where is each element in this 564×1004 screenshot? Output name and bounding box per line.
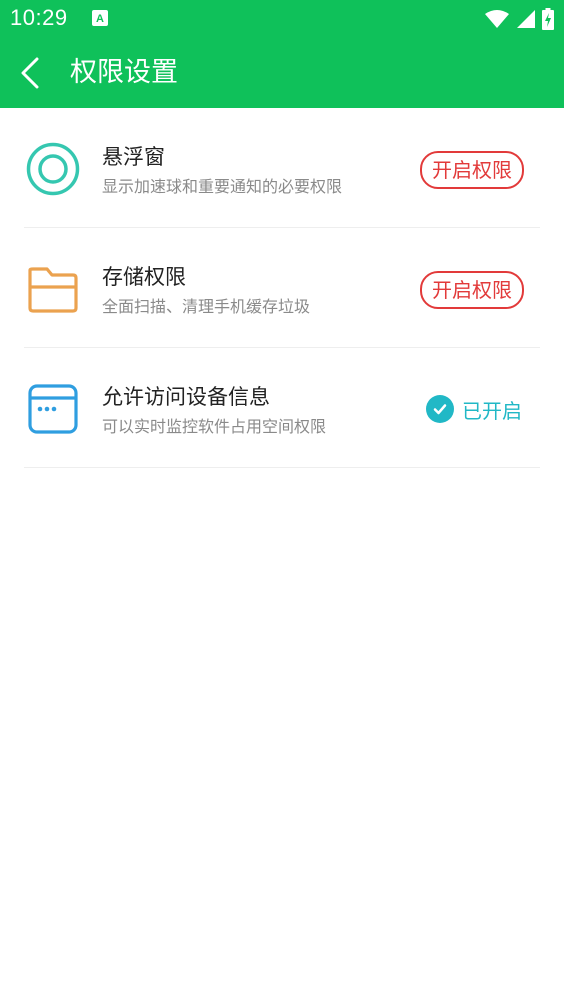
permission-title: 存储权限 xyxy=(102,265,186,289)
wifi-icon xyxy=(485,10,509,28)
signal-icon xyxy=(517,10,535,28)
back-button[interactable] xyxy=(10,52,50,94)
enable-permission-button[interactable]: 开启权限 xyxy=(420,151,524,189)
permission-subtitle: 全面扫描、清理手机缓存垃圾 xyxy=(102,297,311,316)
device-window-icon xyxy=(28,384,78,434)
permission-enabled-status: 已开启 xyxy=(426,394,522,424)
status-time: 10:29 xyxy=(10,5,68,30)
permission-item-storage: 存储权限 全面扫描、清理手机缓存垃圾 开启权限 xyxy=(24,228,540,348)
permission-title: 悬浮窗 xyxy=(102,145,165,169)
enabled-status-label: 已开启 xyxy=(462,398,522,423)
app-notification-icon: A xyxy=(92,10,108,26)
permission-subtitle: 可以实时监控软件占用空间权限 xyxy=(102,417,327,436)
floating-window-ring-icon xyxy=(26,142,80,196)
folder-icon xyxy=(28,267,78,313)
app-bar: 权限设置 xyxy=(0,38,564,108)
status-icons xyxy=(484,8,554,30)
check-circle-icon xyxy=(426,395,454,423)
permission-title: 允许访问设备信息 xyxy=(102,385,270,409)
enable-permission-button[interactable]: 开启权限 xyxy=(420,271,524,309)
status-bar: 10:29 A xyxy=(0,0,564,38)
permission-subtitle: 显示加速球和重要通知的必要权限 xyxy=(102,177,343,196)
svg-text:A: A xyxy=(96,13,104,25)
permission-list: 悬浮窗 显示加速球和重要通知的必要权限 开启权限 存储权限 全面扫描、清理手机缓… xyxy=(0,108,564,468)
permission-item-floating-window: 悬浮窗 显示加速球和重要通知的必要权限 开启权限 xyxy=(24,108,540,228)
battery-charging-icon xyxy=(542,8,554,30)
permission-item-device-info: 允许访问设备信息 可以实时监控软件占用空间权限 已开启 xyxy=(24,348,540,468)
page-title: 权限设置 xyxy=(70,57,178,88)
back-arrow-icon xyxy=(21,57,39,89)
